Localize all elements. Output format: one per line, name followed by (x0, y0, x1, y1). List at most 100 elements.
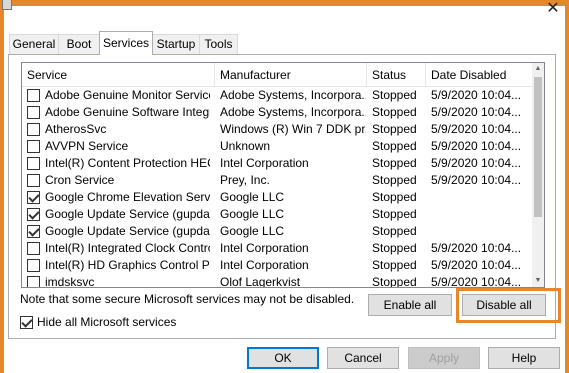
service-checkbox[interactable] (27, 242, 40, 255)
service-checkbox[interactable] (27, 191, 40, 204)
service-checkbox[interactable] (27, 174, 40, 187)
apply-button[interactable]: Apply (408, 347, 480, 369)
column-header-date-disabled[interactable]: Date Disabled (426, 63, 534, 87)
table-row[interactable]: AVVPN Service Unknown Stopped 5/9/2020 10:0… (22, 138, 534, 155)
date-disabled: 5/9/2020 10:04... (431, 105, 522, 119)
scroll-up-icon[interactable]: ▲ (532, 63, 544, 75)
services-list[interactable]: Service Manufacturer Status Date Disable… (21, 62, 545, 288)
table-row[interactable]: Intel(R) HD Graphics Control Pa... Intel … (22, 257, 534, 274)
service-status: Stopped (372, 105, 417, 119)
list-header: Service Manufacturer Status Date Disable… (22, 63, 534, 87)
manufacturer-name: Intel Corporation (220, 241, 309, 255)
date-disabled: 5/9/2020 10:04... (431, 258, 522, 272)
window-system-icon[interactable] (2, 0, 12, 10)
service-name: Intel(R) Integrated Clock Contro... (45, 241, 210, 255)
service-status: Stopped (372, 241, 417, 255)
service-name: Google Chrome Elevation Servic... (45, 190, 210, 204)
table-row[interactable]: imdsksvc Olof Lagerkvist Stopped 5/9/2020 1… (22, 274, 534, 288)
service-checkbox[interactable] (27, 140, 40, 153)
date-disabled: 5/9/2020 10:04... (431, 122, 522, 136)
cancel-button[interactable]: Cancel (327, 347, 399, 369)
secure-services-note: Note that some secure Microsoft services… (20, 292, 355, 306)
hide-microsoft-services-checkbox[interactable] (20, 316, 33, 329)
column-header-status[interactable]: Status (367, 63, 426, 87)
service-name: Adobe Genuine Monitor Service (45, 88, 210, 102)
window-frame-top (0, 0, 569, 6)
manufacturer-name: Unknown (220, 139, 271, 153)
scrollbar-thumb[interactable] (534, 77, 542, 217)
manufacturer-name: Adobe Systems, Incorpora... (220, 88, 366, 102)
column-header-manufacturer[interactable]: Manufacturer (215, 63, 366, 87)
tab-tools[interactable]: Tools (199, 34, 238, 54)
service-name: Cron Service (45, 173, 115, 187)
manufacturer-name: Google LLC (220, 207, 285, 221)
service-status: Stopped (372, 258, 417, 272)
service-checkbox[interactable] (27, 123, 40, 136)
table-row[interactable]: Cron Service Prey, Inc. Stopped 5/9/2020 10… (22, 172, 534, 189)
service-checkbox[interactable] (27, 89, 40, 102)
date-disabled: 5/9/2020 10:04... (431, 156, 522, 170)
service-name: Intel(R) HD Graphics Control Pa... (45, 258, 210, 272)
service-status: Stopped (372, 224, 417, 238)
service-checkbox[interactable] (27, 208, 40, 221)
disable-all-highlight-box (456, 288, 561, 323)
table-row[interactable]: Google Update Service (gupdate) Google LL… (22, 206, 534, 223)
service-name: Google Update Service (gupdatem) (45, 224, 210, 238)
service-name: AVVPN Service (45, 139, 129, 153)
table-row[interactable]: Intel(R) Integrated Clock Contro... Intel… (22, 240, 534, 257)
table-row[interactable]: Adobe Genuine Monitor Service Adobe Syste… (22, 87, 534, 104)
service-checkbox[interactable] (27, 106, 40, 119)
service-name: AtherosSvc (45, 122, 107, 136)
service-name: Intel(R) Content Protection HEC... (45, 156, 210, 170)
service-name: Google Update Service (gupdate) (45, 207, 210, 221)
manufacturer-name: Intel Corporation (220, 258, 309, 272)
service-name: imdsksvc (45, 275, 95, 288)
service-status: Stopped (372, 139, 417, 153)
manufacturer-name: Intel Corporation (220, 156, 309, 170)
service-status: Stopped (372, 88, 417, 102)
tab-startup[interactable]: Startup (152, 34, 200, 54)
service-status: Stopped (372, 207, 417, 221)
date-disabled: 5/9/2020 10:04... (431, 139, 522, 153)
table-row[interactable]: Google Chrome Elevation Servic... Google … (22, 189, 534, 206)
table-row[interactable]: Intel(R) Content Protection HEC... Intel … (22, 155, 534, 172)
service-status: Stopped (372, 122, 417, 136)
table-row[interactable]: Google Update Service (gupdatem) Google L… (22, 223, 534, 240)
vertical-scrollbar[interactable]: ▲ ▼ (532, 63, 544, 287)
service-checkbox[interactable] (27, 259, 40, 272)
column-header-service[interactable]: Service (22, 63, 215, 87)
service-status: Stopped (372, 156, 417, 170)
date-disabled (431, 206, 529, 223)
date-disabled: 5/9/2020 10:04... (431, 173, 522, 187)
date-disabled: 5/9/2020 10:04... (431, 88, 522, 102)
service-status: Stopped (372, 275, 417, 288)
help-button[interactable]: Help (488, 347, 560, 369)
enable-all-button[interactable]: Enable all (368, 294, 452, 316)
date-disabled: 5/9/2020 10:04... (431, 241, 522, 255)
window-frame-right (565, 0, 569, 373)
date-disabled (431, 189, 529, 206)
hide-microsoft-services-label[interactable]: Hide all Microsoft services (37, 315, 176, 329)
tab-services[interactable]: Services (99, 31, 153, 55)
manufacturer-name: Adobe Systems, Incorpora... (220, 105, 366, 119)
manufacturer-name: Olof Lagerkvist (220, 275, 301, 288)
service-name: Adobe Genuine Software Integri... (45, 105, 210, 119)
scroll-down-icon[interactable]: ▼ (532, 275, 544, 287)
close-icon[interactable]: ✕ (540, 0, 566, 20)
table-row[interactable]: AtherosSvc Windows (R) Win 7 DDK pr... Sto… (22, 121, 534, 138)
window-frame-left (0, 0, 4, 373)
service-checkbox[interactable] (27, 225, 40, 238)
ok-button[interactable]: OK (247, 347, 319, 369)
date-disabled (431, 223, 529, 240)
service-status: Stopped (372, 190, 417, 204)
service-checkbox[interactable] (27, 276, 40, 287)
date-disabled: 5/9/2020 10:04... (431, 275, 522, 288)
manufacturer-name: Prey, Inc. (220, 173, 270, 187)
service-checkbox[interactable] (27, 157, 40, 170)
table-row[interactable]: Adobe Genuine Software Integri... Adobe S… (22, 104, 534, 121)
tab-boot[interactable]: Boot (58, 34, 100, 54)
manufacturer-name: Google LLC (220, 190, 285, 204)
tab-general[interactable]: General (9, 34, 59, 54)
manufacturer-name: Windows (R) Win 7 DDK pr... (220, 122, 366, 136)
manufacturer-name: Google LLC (220, 224, 285, 238)
